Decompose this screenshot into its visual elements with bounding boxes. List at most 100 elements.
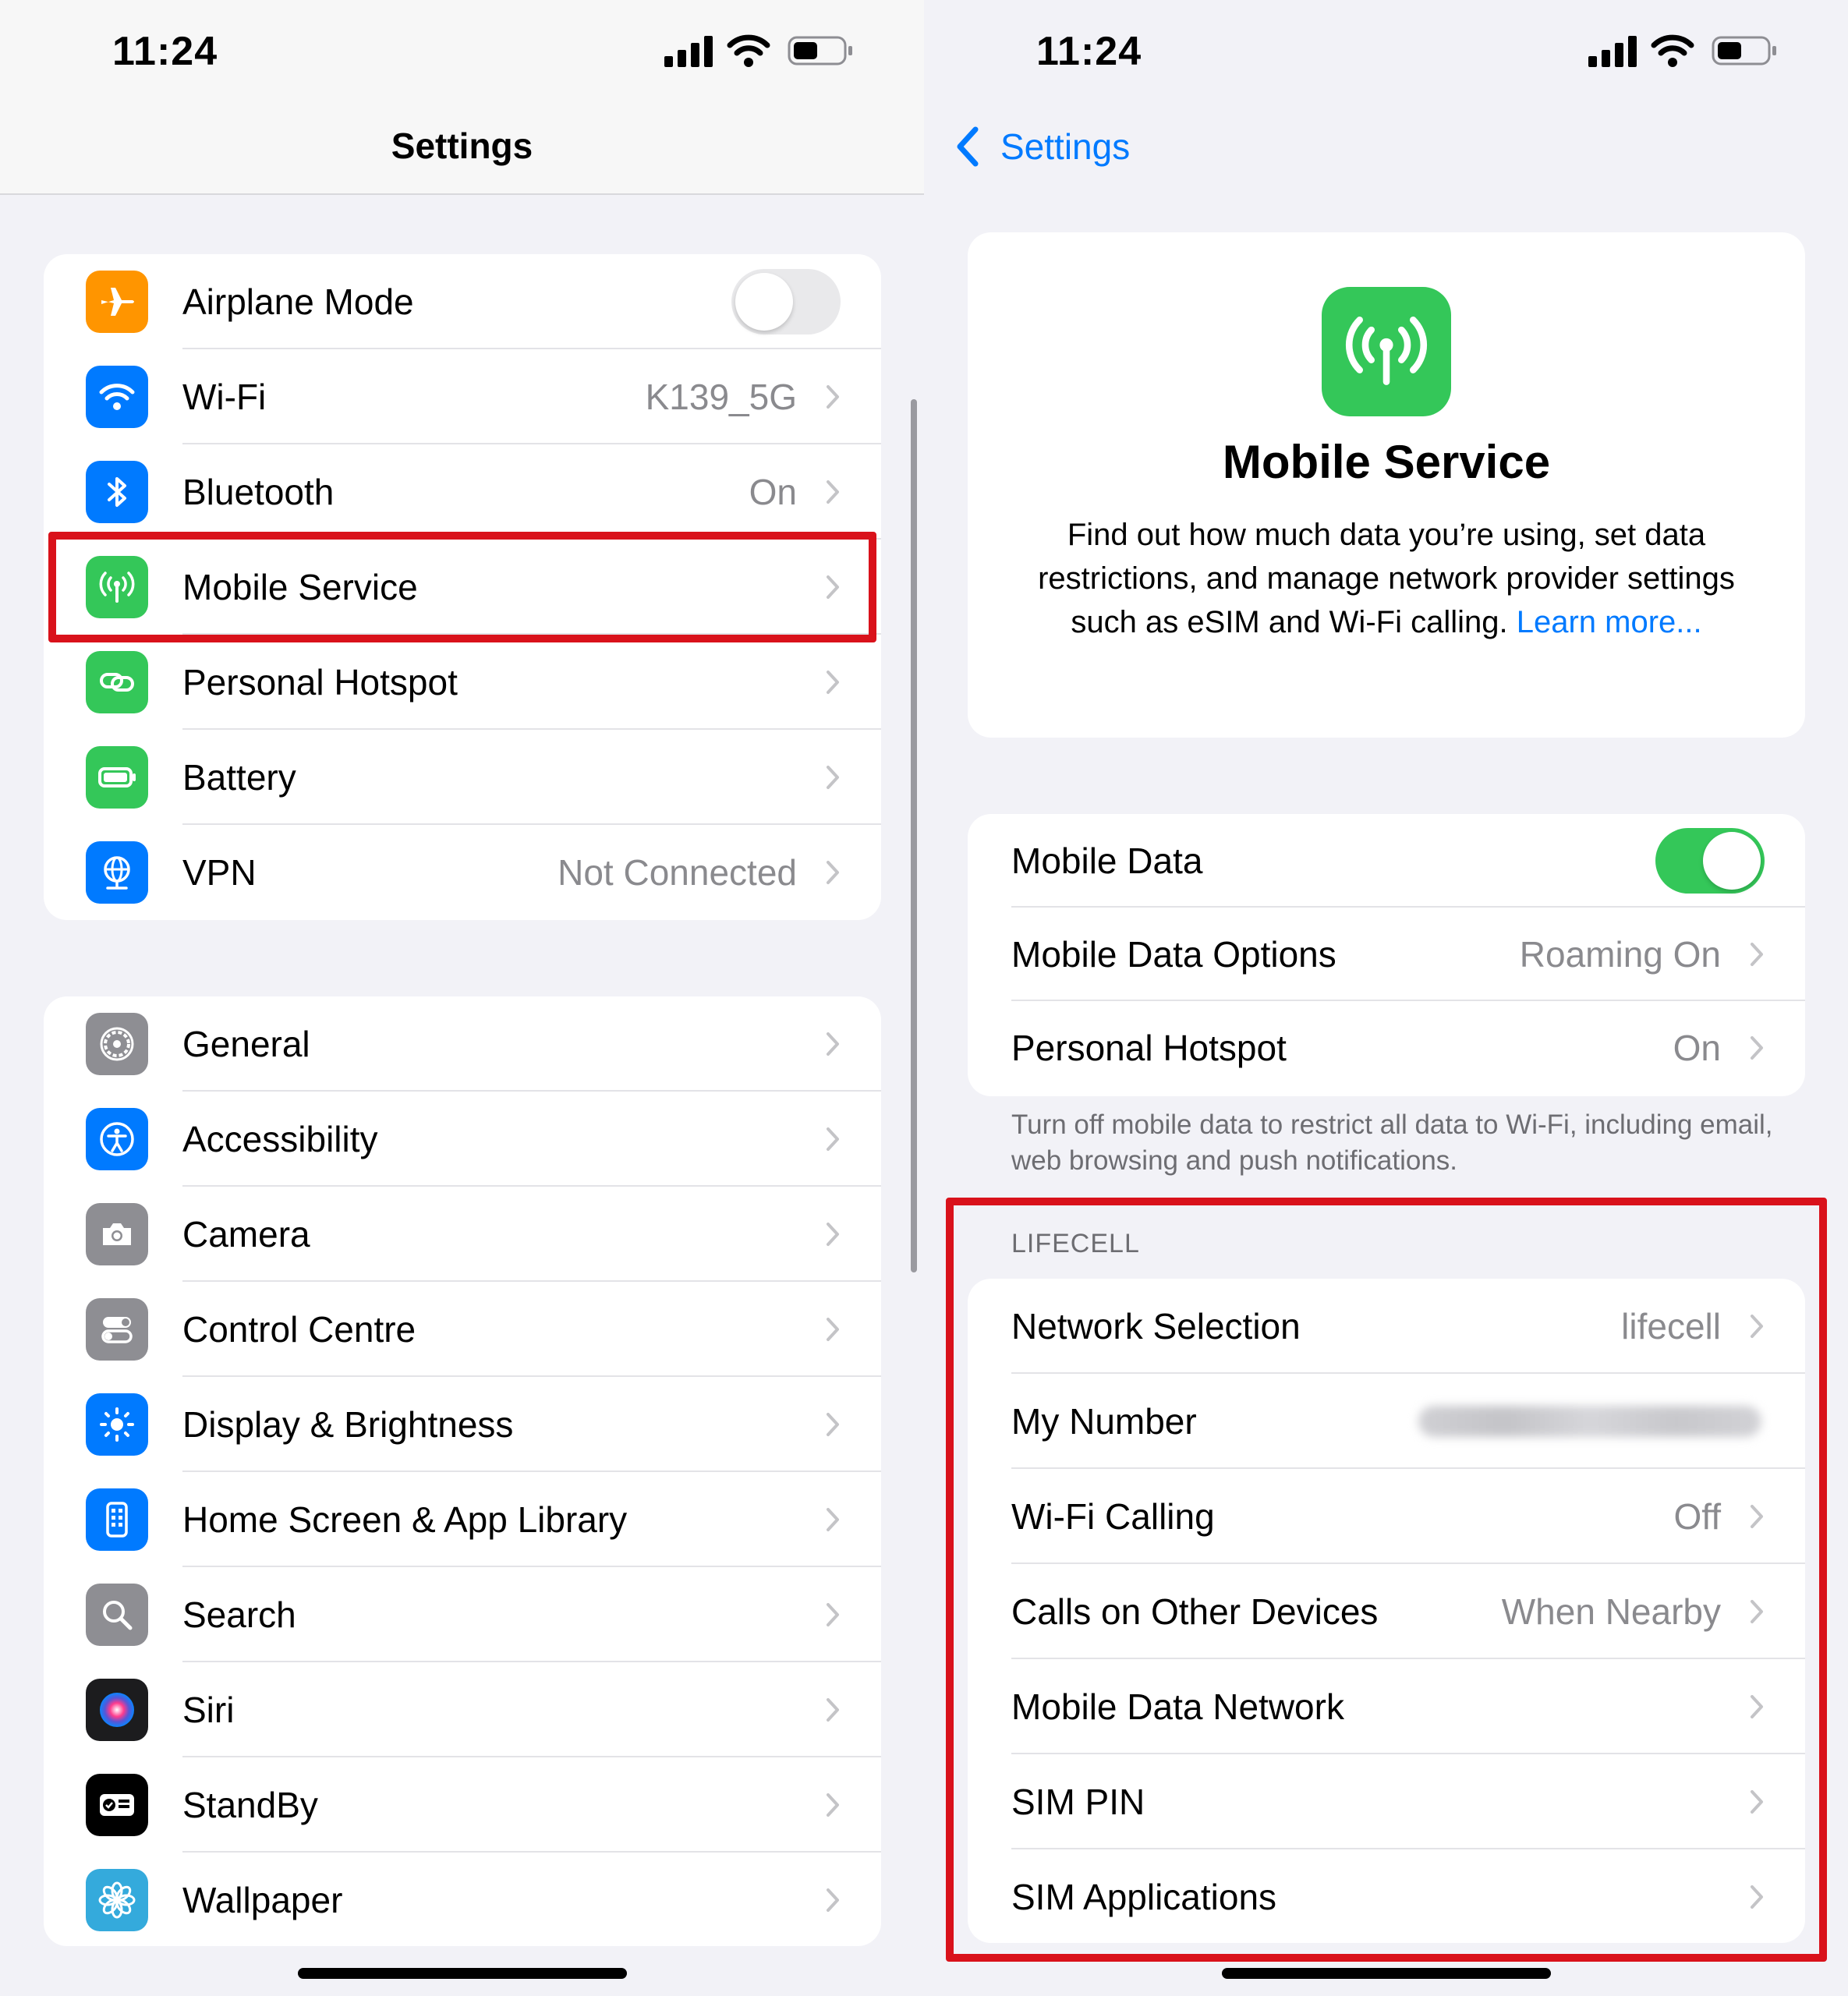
row-airplane-mode[interactable]: Airplane Mode — [44, 254, 881, 349]
mobile-data-group: Mobile Data Mobile Data Options Roaming On… — [968, 814, 1805, 1096]
chevron-right-icon — [1751, 1505, 1763, 1528]
row-label: Search — [182, 1594, 296, 1635]
row-personal-hotspot[interactable]: Personal Hotspot — [44, 635, 881, 730]
row-calls-on-other-devices[interactable]: Calls on Other Devices When Nearby — [968, 1564, 1805, 1659]
row-bluetooth[interactable]: Bluetooth On — [44, 444, 881, 540]
row-personal-hotspot[interactable]: Personal Hotspot On — [968, 1001, 1805, 1095]
row-network-selection[interactable]: Network Selection lifecell — [968, 1279, 1805, 1374]
mobile-data-footnote: Turn off mobile data to restrict all dat… — [1011, 1109, 1773, 1176]
row-wi-fi[interactable]: Wi-Fi K139_5G — [44, 349, 881, 444]
status-bar: 11:24 — [924, 0, 1848, 109]
antenna-icon — [1322, 287, 1451, 416]
row-mobile-data-options[interactable]: Mobile Data Options Roaming On — [968, 908, 1805, 1001]
row-siri[interactable]: Siri — [44, 1662, 881, 1757]
row-value: When Nearby — [1501, 1591, 1721, 1632]
scrollbar[interactable] — [911, 399, 917, 1272]
chevron-right-icon — [827, 1032, 839, 1056]
row-mobile-service[interactable]: Mobile Service — [44, 540, 881, 635]
row-home-screen-and-app-library[interactable]: Home Screen & App Library — [44, 1472, 881, 1567]
carrier-section-header: LIFECELL — [1011, 1229, 1140, 1258]
row-vpn[interactable]: VPN Not Connected — [44, 825, 881, 920]
toggle-knob — [735, 273, 793, 331]
row-label: Calls on Other Devices — [1011, 1591, 1379, 1632]
airplane-icon — [86, 271, 148, 333]
row-my-number[interactable]: My Number — [968, 1374, 1805, 1469]
row-general[interactable]: General — [44, 996, 881, 1092]
battery-icon — [86, 746, 148, 809]
row-label: Wallpaper — [182, 1880, 343, 1920]
row-wallpaper[interactable]: Wallpaper — [44, 1853, 881, 1946]
row-value: On — [749, 472, 797, 512]
toggle-knob — [1703, 832, 1761, 890]
row-accessibility[interactable]: Accessibility — [44, 1092, 881, 1187]
wifi-status-icon — [727, 34, 770, 67]
general-group: General Accessibility Camera Control Centre… — [44, 996, 881, 1946]
row-search[interactable]: Search — [44, 1567, 881, 1662]
chevron-right-icon — [1751, 1315, 1763, 1338]
row-value: On — [1673, 1028, 1721, 1068]
chevron-right-icon — [1751, 1600, 1763, 1623]
row-standby[interactable]: StandBy — [44, 1757, 881, 1853]
row-label: Wi-Fi Calling — [1011, 1496, 1215, 1537]
row-label: My Number — [1011, 1401, 1197, 1442]
wifi-icon — [86, 366, 148, 428]
status-bar: 11:24 — [0, 0, 924, 109]
row-sim-pin[interactable]: SIM PIN — [968, 1754, 1805, 1849]
antenna-icon — [86, 556, 148, 618]
chevron-right-icon — [827, 1603, 839, 1626]
battery-status-icon — [788, 36, 852, 65]
row-label: Control Centre — [182, 1309, 416, 1350]
chevron-right-icon — [827, 1793, 839, 1817]
row-label: Siri — [182, 1690, 235, 1730]
chevron-left-icon — [957, 126, 979, 167]
chevron-right-icon — [1751, 1036, 1763, 1060]
row-mobile-data-network[interactable]: Mobile Data Network — [968, 1659, 1805, 1754]
row-label: Accessibility — [182, 1119, 378, 1159]
hero-title: Mobile Service — [1222, 436, 1551, 488]
camera-icon — [86, 1203, 148, 1265]
row-battery[interactable]: Battery — [44, 730, 881, 825]
row-label: General — [182, 1024, 310, 1064]
learn-more-link[interactable]: Learn more... — [1517, 605, 1702, 639]
chevron-right-icon — [827, 1698, 839, 1722]
chevron-right-icon — [827, 1223, 839, 1246]
chevron-right-icon — [827, 1318, 839, 1341]
mobile-data-toggle[interactable] — [1655, 828, 1765, 894]
row-label: Wi-Fi — [182, 377, 267, 417]
row-label: Mobile Data Options — [1011, 934, 1336, 975]
chevron-right-icon — [1751, 1695, 1763, 1718]
row-display-and-brightness[interactable]: Display & Brightness — [44, 1377, 881, 1472]
chevron-right-icon — [827, 1508, 839, 1531]
row-wi-fi-calling[interactable]: Wi-Fi Calling Off — [968, 1469, 1805, 1564]
row-label: Home Screen & App Library — [182, 1499, 628, 1540]
chevron-right-icon — [827, 480, 839, 504]
chevron-right-icon — [1751, 1885, 1763, 1909]
airplane-mode-toggle[interactable] — [731, 269, 841, 334]
chevron-right-icon — [827, 385, 839, 409]
wifi-status-icon — [1651, 34, 1694, 67]
row-control-centre[interactable]: Control Centre — [44, 1282, 881, 1377]
flower-icon — [86, 1869, 148, 1931]
accessibility-icon — [86, 1108, 148, 1170]
row-mobile-data[interactable]: Mobile Data — [968, 814, 1805, 908]
row-label: StandBy — [182, 1785, 318, 1825]
row-sim-applications[interactable]: SIM Applications — [968, 1849, 1805, 1943]
gear-icon — [86, 1013, 148, 1075]
row-label: Mobile Service — [182, 567, 418, 607]
phone-grid-icon — [86, 1488, 148, 1551]
row-label: Display & Brightness — [182, 1404, 514, 1445]
page-title: Settings — [391, 126, 533, 166]
row-label: Mobile Data Network — [1011, 1686, 1344, 1727]
mobile-service-screen: 11:24 Settings Mobile Service Find out h… — [924, 0, 1848, 1996]
row-label: SIM Applications — [1011, 1877, 1277, 1917]
back-button[interactable]: Settings — [952, 122, 1130, 172]
home-indicator — [298, 1968, 627, 1979]
chevron-right-icon — [1751, 1790, 1763, 1814]
row-value: Off — [1673, 1496, 1721, 1537]
chevron-right-icon — [827, 671, 839, 694]
row-camera[interactable]: Camera — [44, 1187, 881, 1282]
chevron-right-icon — [827, 1413, 839, 1436]
row-label: Camera — [182, 1214, 310, 1255]
status-time: 11:24 — [1036, 29, 1142, 74]
globe-icon — [86, 841, 148, 904]
